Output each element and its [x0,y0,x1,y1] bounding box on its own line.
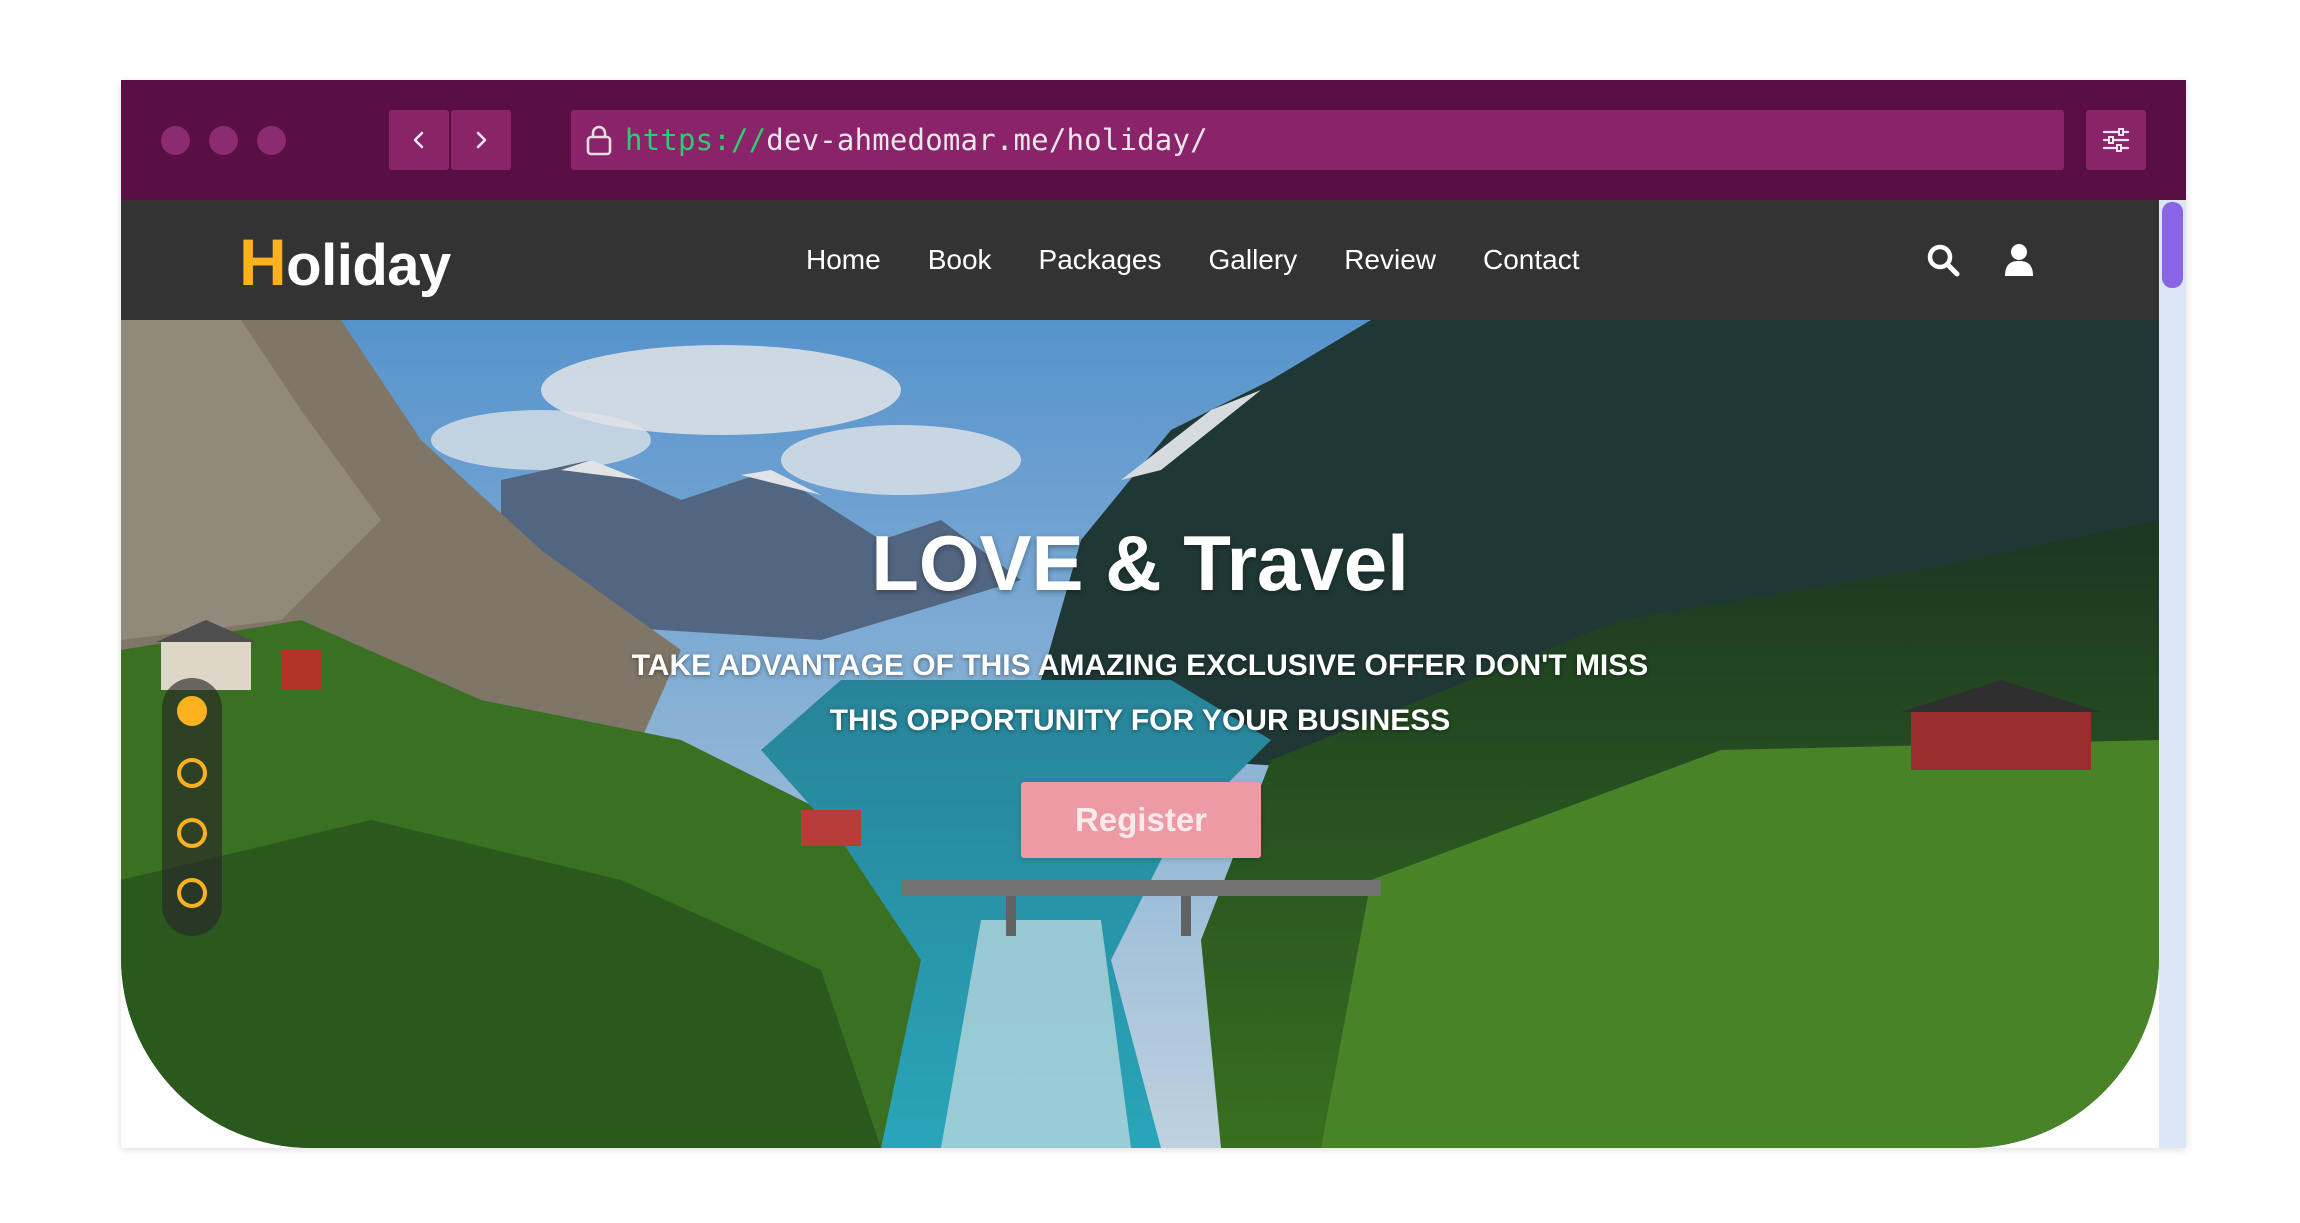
browser-toolbar: https://dev-ahmedomar.me/holiday/ [121,80,2186,200]
page-viewport: Holiday Home Book Packages Gallery Revie… [121,200,2186,1148]
nav-gallery[interactable]: Gallery [1209,244,1298,276]
window-minimize-dot[interactable] [209,126,238,155]
nav-home[interactable]: Home [806,244,881,276]
back-button[interactable] [389,110,449,170]
holiday-site: Holiday Home Book Packages Gallery Revie… [121,200,2159,1148]
slider-dot-4[interactable] [177,878,207,908]
nav-contact[interactable]: Contact [1483,244,1580,276]
hero-subtitle-line-1: TAKE ADVANTAGE OF THIS AMAZING EXCLUSIVE… [631,649,1649,682]
chevron-right-icon [476,131,487,149]
page-scrollbar[interactable] [2159,200,2186,1148]
url-text: https://dev-ahmedomar.me/holiday/ [625,123,1208,157]
hero-section: LOVE & Travel TAKE ADVANTAGE OF THIS AMA… [121,320,2159,1148]
window-maximize-dot[interactable] [257,126,286,155]
url-protocol: https:// [625,123,767,157]
scrollbar-thumb[interactable] [2162,202,2183,288]
url-host-path: dev-ahmedomar.me/holiday/ [766,123,1208,157]
browser-window: https://dev-ahmedomar.me/holiday/ Holida… [121,80,2186,1148]
window-close-dot[interactable] [161,126,190,155]
hero-subtitle-line-2: THIS OPPORTUNITY FOR YOUR BUSINESS [829,704,1451,737]
slider-dots [162,678,222,936]
settings-button[interactable] [2086,110,2146,170]
slider-dot-2[interactable] [177,758,207,788]
logo-initial: H [239,225,287,299]
logo-text: oliday [286,233,451,298]
nav-book[interactable]: Book [928,244,992,276]
main-menu: Home Book Packages Gallery Review Contac… [806,200,1627,320]
address-bar[interactable]: https://dev-ahmedomar.me/holiday/ [571,110,2064,170]
hero-subtitle: TAKE ADVANTAGE OF THIS AMAZING EXCLUSIVE… [121,638,2159,748]
user-icon[interactable] [2001,242,2037,278]
forward-button[interactable] [451,110,511,170]
nav-packages[interactable]: Packages [1039,244,1162,276]
hero-title: LOVE & Travel [871,519,1409,607]
site-logo[interactable]: Holiday [239,224,451,300]
search-icon[interactable] [1925,242,1961,278]
slider-dot-1[interactable] [177,696,207,726]
sliders-icon [2102,128,2130,152]
nav-review[interactable]: Review [1344,244,1436,276]
chevron-left-icon [413,131,424,149]
site-navbar: Holiday Home Book Packages Gallery Revie… [121,200,2159,320]
slider-dot-3[interactable] [177,818,207,848]
lock-icon [586,125,612,156]
register-button[interactable]: Register [1021,782,1261,858]
